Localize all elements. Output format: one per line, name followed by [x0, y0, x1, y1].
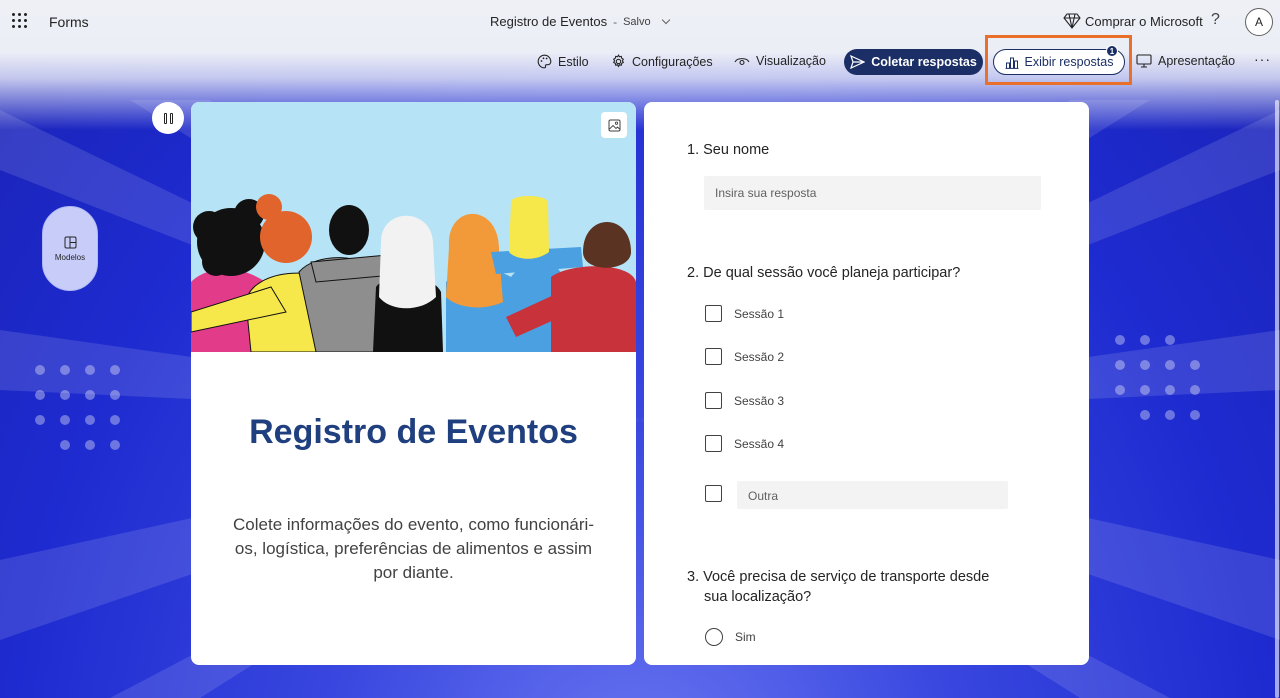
- cover-card: Registro de Eventos Colete informações d…: [191, 102, 636, 665]
- save-status: Salvo: [623, 15, 651, 28]
- collect-responses-button[interactable]: Coletar respostas: [844, 49, 983, 75]
- view-responses-label: Exibir respostas: [1024, 55, 1114, 69]
- buy-microsoft-button[interactable]: Comprar o Microsoft: [1063, 13, 1203, 29]
- monitor-icon: [1136, 54, 1152, 68]
- pause-icon: [163, 112, 167, 124]
- form-description[interactable]: Colete informações do evento, como funci…: [221, 513, 606, 585]
- question-number: 3.: [687, 569, 700, 585]
- form-description-line: por diante.: [373, 563, 454, 582]
- name-answer-input[interactable]: Insira sua resposta: [704, 176, 1041, 210]
- responses-count-badge: 1: [1106, 45, 1118, 57]
- chevron-down-icon: [661, 15, 670, 24]
- option-label: Sessão 2: [734, 349, 785, 364]
- app-launcher-icon[interactable]: [12, 13, 28, 29]
- question-3[interactable]: 3. Você precisa de serviço de transporte…: [687, 567, 989, 607]
- question-text-continued: sua localização?: [704, 589, 812, 605]
- form-toolbar: Estilo Configurações Visualização Coleta…: [0, 45, 1280, 78]
- scrollbar[interactable]: [1275, 100, 1279, 698]
- form-description-line: os, logística, preferências de alimentos…: [234, 539, 593, 558]
- templates-button[interactable]: Modelos: [42, 206, 98, 291]
- other-answer-input[interactable]: Outra: [737, 481, 1008, 509]
- transport-option[interactable]: Sim: [705, 628, 756, 646]
- palette-icon: [537, 54, 552, 69]
- checkbox[interactable]: [705, 435, 722, 452]
- gear-icon: [612, 54, 625, 68]
- checkbox[interactable]: [705, 485, 722, 502]
- templates-label: Modelos: [54, 252, 86, 262]
- form-title[interactable]: Registro de Eventos: [191, 413, 636, 452]
- app-name[interactable]: Forms: [49, 14, 89, 30]
- image-icon: [608, 119, 620, 131]
- questions-card: 1. Seu nome Insira sua resposta 2. De qu…: [644, 102, 1089, 665]
- option-label: Sessão 1: [734, 306, 785, 321]
- present-button[interactable]: Apresentação: [1136, 54, 1235, 68]
- present-label: Apresentação: [1158, 54, 1236, 68]
- top-bar: Forms Registro de Eventos - Salvo Compra…: [0, 0, 1280, 44]
- buy-microsoft-label: Comprar o Microsoft: [1085, 13, 1203, 29]
- change-image-button[interactable]: [601, 112, 627, 138]
- question-text: Seu nome: [703, 142, 770, 158]
- option-label: Sessão 4: [734, 436, 785, 451]
- question-number: 2.: [687, 265, 700, 281]
- style-button[interactable]: Estilo: [537, 54, 589, 69]
- view-responses-button[interactable]: Exibir respostas 1: [993, 45, 1125, 75]
- checkbox[interactable]: [705, 392, 722, 409]
- document-title: Registro de Eventos: [490, 14, 608, 29]
- avatar[interactable]: A: [1245, 8, 1273, 36]
- people-illustration: [191, 194, 636, 352]
- question-text: Você precisa de serviço de transporte de…: [703, 569, 990, 585]
- session-option[interactable]: Sessão 1: [705, 305, 784, 322]
- other-option[interactable]: [705, 485, 722, 502]
- session-option[interactable]: Sessão 4: [705, 435, 784, 452]
- document-title-menu[interactable]: Registro de Eventos - Salvo: [490, 14, 670, 29]
- preview-button[interactable]: Visualização: [734, 54, 826, 68]
- option-label: Sim: [735, 630, 756, 644]
- cover-image: [191, 102, 636, 352]
- pause-animation-button[interactable]: [152, 102, 184, 134]
- question-number: 1.: [687, 142, 700, 158]
- eye-icon: [734, 58, 750, 66]
- style-label: Estilo: [558, 54, 589, 69]
- layout-icon: [64, 236, 76, 248]
- session-option[interactable]: Sessão 3: [705, 392, 784, 409]
- checkbox[interactable]: [705, 348, 722, 365]
- diamond-icon: [1063, 13, 1081, 29]
- send-icon: [850, 55, 866, 69]
- title-separator: -: [613, 14, 618, 29]
- question-2[interactable]: 2. De qual sessão você planeja participa…: [687, 263, 960, 283]
- form-description-line: Colete informações do evento, como funci…: [233, 515, 594, 534]
- settings-button[interactable]: Configurações: [611, 54, 713, 69]
- preview-label: Visualização: [756, 54, 826, 68]
- more-options-icon[interactable]: ···: [1254, 51, 1271, 67]
- option-label: Sessão 3: [734, 393, 785, 408]
- collect-responses-label: Coletar respostas: [871, 55, 977, 69]
- checkbox[interactable]: [705, 305, 722, 322]
- help-icon[interactable]: ?: [1211, 11, 1220, 29]
- radio-button[interactable]: [705, 628, 723, 646]
- question-text: De qual sessão você planeja participar?: [703, 265, 961, 281]
- bar-chart-icon: [1005, 57, 1019, 69]
- session-option[interactable]: Sessão 2: [705, 348, 784, 365]
- question-1[interactable]: 1. Seu nome: [687, 140, 769, 160]
- settings-label: Configurações: [632, 54, 713, 69]
